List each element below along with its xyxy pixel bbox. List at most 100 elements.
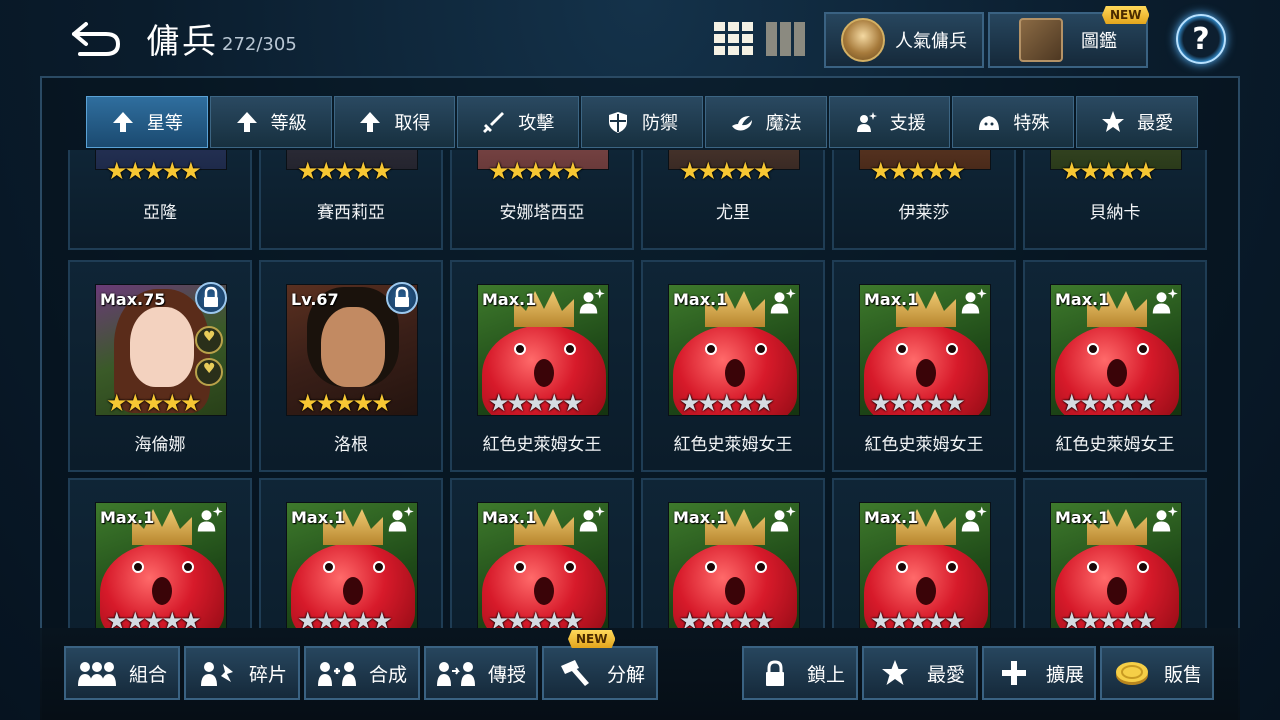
sort-tab-label: 支援 bbox=[889, 113, 926, 134]
mercenary-card[interactable]: Max.1 ★★★★★ 紅色史萊姆女王 bbox=[1023, 260, 1207, 472]
star-icon bbox=[1102, 111, 1125, 132]
expand-label: 擴展 bbox=[1045, 663, 1084, 686]
level-label: Max.1 bbox=[291, 508, 346, 527]
filter-attack-tab[interactable]: 攻擊 bbox=[457, 96, 580, 148]
mercenary-card[interactable]: Max.1 ★★★★★ bbox=[1023, 478, 1207, 628]
sword-icon bbox=[483, 112, 505, 133]
mercenary-grid: ★★★★★ 亞隆 ★★★★★ 賽西莉亞 ★★★★★ 安娜塔西亞 ★★★★★ 尤里… bbox=[60, 150, 1220, 628]
arrow-up-icon bbox=[112, 112, 133, 132]
mercenary-card[interactable]: ★★★★★ 伊莱莎 bbox=[832, 150, 1016, 250]
mercenary-card[interactable]: Max.1 ★★★★★ bbox=[68, 478, 252, 628]
support-icon bbox=[856, 112, 877, 132]
support-icon bbox=[388, 506, 414, 532]
mercenary-card[interactable]: Max.1 ★★★★★ 紅色史萊姆女王 bbox=[641, 260, 825, 472]
support-icon bbox=[579, 506, 605, 532]
sort-tab-label: 魔法 bbox=[765, 113, 802, 134]
mercenary-card[interactable]: Max.1 ★★★★★ bbox=[641, 478, 825, 628]
support-icon bbox=[770, 288, 796, 314]
mercenary-card[interactable]: Max.1 ★★★★★ 紅色史萊姆女王 bbox=[450, 260, 634, 472]
level-label: Max.1 bbox=[1055, 290, 1110, 309]
sell-button[interactable]: 販售 bbox=[1100, 646, 1214, 700]
fragment-icon bbox=[200, 662, 233, 686]
sort-tab-label: 防禦 bbox=[642, 113, 679, 134]
gold-coin-icon bbox=[1115, 662, 1148, 685]
level-label: Max.75 bbox=[100, 290, 166, 309]
new-badge: NEW bbox=[1102, 6, 1150, 24]
mercenary-card[interactable]: Max.1 ★★★★★ bbox=[450, 478, 634, 628]
filter-defense-tab[interactable]: 防禦 bbox=[581, 96, 703, 148]
hammer-icon bbox=[560, 660, 589, 686]
mercenary-card[interactable]: Lv.67 ★★★★★ 洛根 bbox=[259, 260, 443, 472]
lock-icon[interactable] bbox=[195, 282, 227, 314]
star-rating: ★★★★★ bbox=[297, 607, 393, 628]
mercenary-card[interactable]: ★★★★★ 亞隆 bbox=[68, 150, 252, 250]
star-rating: ★★★★★ bbox=[106, 607, 202, 628]
mercenary-card[interactable]: Max.1 ★★★★★ bbox=[832, 478, 1016, 628]
favorite-button[interactable]: 最愛 bbox=[862, 646, 978, 700]
popular-mercenary-label: 人氣傭兵 bbox=[895, 31, 967, 52]
transfer-icon bbox=[436, 662, 475, 686]
mercenary-name: 賽西莉亞 bbox=[317, 203, 385, 223]
filter-support-tab[interactable]: 支援 bbox=[828, 96, 951, 148]
help-button[interactable]: ? bbox=[1176, 14, 1226, 64]
decompose-button[interactable]: 分解 bbox=[542, 646, 658, 700]
mercenary-card[interactable]: ★★★★★ 尤里 bbox=[641, 150, 825, 250]
mercenary-name: 伊莱莎 bbox=[898, 203, 950, 223]
popular-mercenary-button[interactable]: 人氣傭兵 bbox=[824, 12, 984, 68]
star-rating: ★★★★★ bbox=[1061, 389, 1157, 417]
support-icon bbox=[961, 288, 987, 314]
level-label: Max.1 bbox=[1055, 508, 1110, 527]
lock-icon[interactable] bbox=[386, 282, 418, 314]
mercenary-card[interactable]: Max.1 ★★★★★ bbox=[259, 478, 443, 628]
level-label: Max.1 bbox=[673, 508, 728, 527]
filter-favorite-tab[interactable]: 最愛 bbox=[1076, 96, 1199, 148]
sort-star-tab[interactable]: 星等 bbox=[86, 96, 208, 148]
mercenary-name: 貝納卡 bbox=[1089, 203, 1141, 223]
fragment-label: 碎片 bbox=[248, 663, 287, 686]
fragment-button[interactable]: 碎片 bbox=[184, 646, 300, 700]
sort-tab-label: 取得 bbox=[394, 113, 431, 134]
expand-button[interactable]: 擴展 bbox=[982, 646, 1096, 700]
mercenary-count: 272/305 bbox=[222, 34, 297, 55]
transfer-button[interactable]: 傳授 bbox=[424, 646, 538, 700]
lock-icon bbox=[765, 660, 784, 686]
sort-tab-label: 星等 bbox=[146, 113, 183, 134]
sort-bar: 星等 等級 取得 攻擊 防禦 魔法 支援 特殊 最愛 bbox=[86, 96, 1199, 148]
arrow-up-icon bbox=[360, 112, 381, 132]
level-label: Max.1 bbox=[100, 508, 155, 527]
sort-level-tab[interactable]: 等級 bbox=[209, 96, 332, 148]
star-rating: ★★★★★ bbox=[870, 157, 966, 185]
grid-view-icon[interactable] bbox=[714, 22, 754, 56]
party-icon bbox=[77, 662, 116, 686]
star-rating: ★★★★★ bbox=[679, 157, 775, 185]
filter-magic-tab[interactable]: 魔法 bbox=[704, 96, 827, 148]
filter-special-tab[interactable]: 特殊 bbox=[952, 96, 1075, 148]
lock-button[interactable]: 鎖上 bbox=[742, 646, 858, 700]
mercenary-name: 亞隆 bbox=[143, 203, 177, 223]
affinity-heart-icon bbox=[195, 326, 223, 354]
combine-label: 組合 bbox=[128, 663, 167, 686]
support-icon bbox=[961, 506, 987, 532]
arrow-up-icon bbox=[236, 112, 257, 132]
mercenary-card[interactable]: ★★★★★ 貝納卡 bbox=[1023, 150, 1207, 250]
mercenary-card[interactable]: Max.75 ★★★★★ 海倫娜 bbox=[68, 260, 252, 472]
transfer-label: 傳授 bbox=[487, 663, 526, 686]
mercenary-name: 紅色史萊姆女王 bbox=[864, 435, 984, 455]
magic-icon bbox=[731, 116, 752, 131]
level-label: Lv.67 bbox=[291, 290, 339, 309]
mercenary-card[interactable]: Max.1 ★★★★★ 紅色史萊姆女王 bbox=[832, 260, 1016, 472]
list-view-icon[interactable] bbox=[766, 22, 806, 56]
sort-acquired-tab[interactable]: 取得 bbox=[333, 96, 456, 148]
favorite-label: 最愛 bbox=[926, 663, 965, 686]
sort-tab-label: 攻擊 bbox=[518, 113, 555, 134]
star-rating: ★★★★★ bbox=[297, 389, 393, 417]
level-label: Max.1 bbox=[482, 508, 537, 527]
mercenary-card[interactable]: ★★★★★ 賽西莉亞 bbox=[259, 150, 443, 250]
star-rating: ★★★★★ bbox=[488, 157, 584, 185]
mercenary-card[interactable]: ★★★★★ 安娜塔西亞 bbox=[450, 150, 634, 250]
back-button[interactable] bbox=[66, 14, 126, 62]
support-icon bbox=[197, 506, 223, 532]
combine-button[interactable]: 組合 bbox=[64, 646, 180, 700]
synthesize-button[interactable]: 合成 bbox=[304, 646, 420, 700]
header: 傭兵 272/305 人氣傭兵 圖鑑 NEW ? bbox=[0, 0, 1280, 82]
